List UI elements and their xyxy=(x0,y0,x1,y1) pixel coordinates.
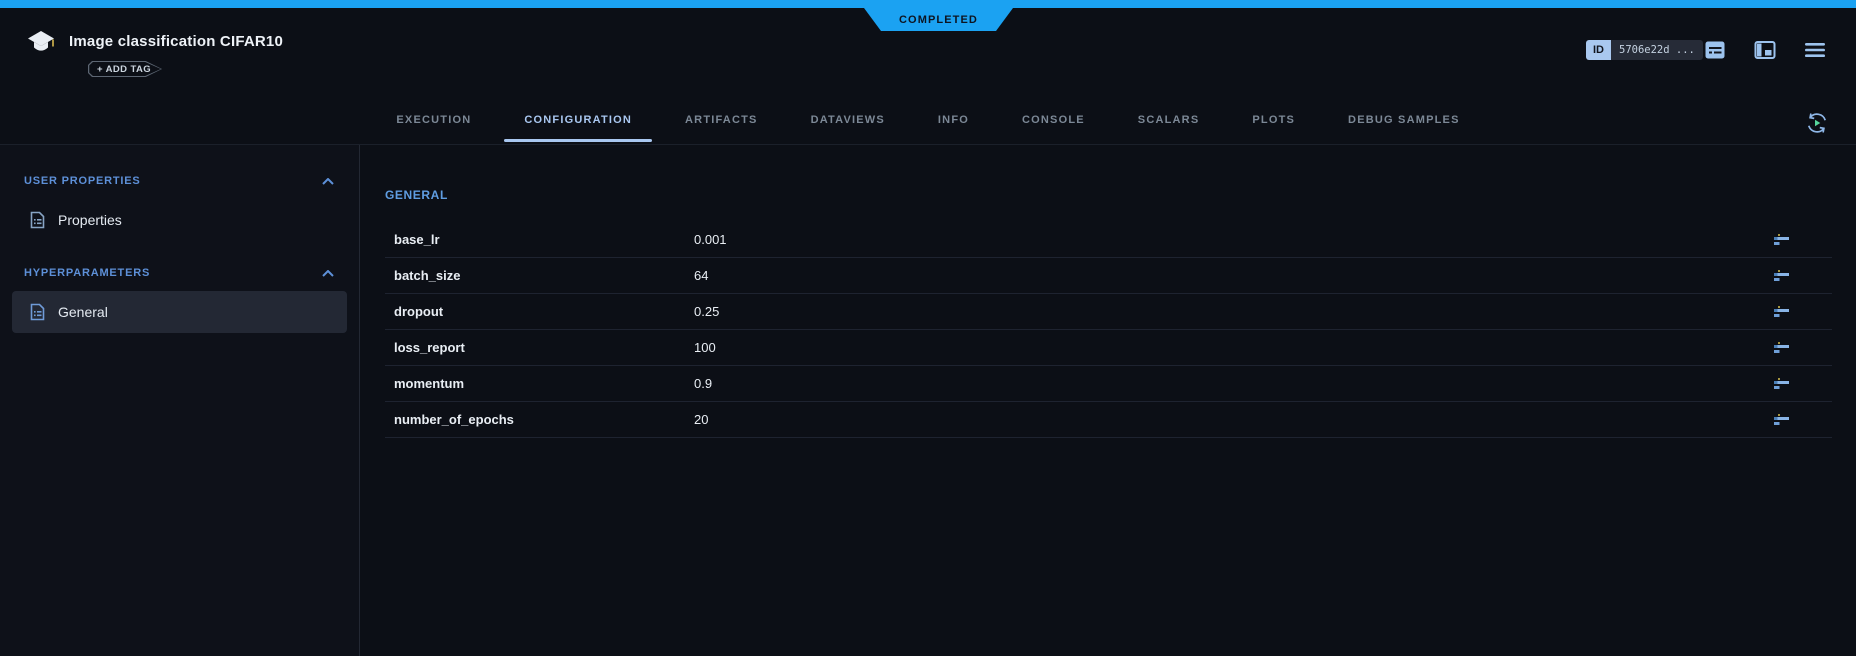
tab-artifacts[interactable]: ARTIFACTS xyxy=(665,102,778,144)
id-badge-label: ID xyxy=(1586,40,1611,60)
split-view-button[interactable] xyxy=(1753,38,1777,62)
status-banner: COMPLETED xyxy=(864,8,1013,31)
details-icon xyxy=(1704,39,1726,61)
section-title: GENERAL xyxy=(385,188,1832,202)
param-name: momentum xyxy=(394,376,694,391)
table-row: batch_size 64 xyxy=(385,258,1832,294)
table-row: base_lr 0.001 xyxy=(385,222,1832,258)
menu-button[interactable] xyxy=(1803,38,1827,62)
hyperparameters-header[interactable]: HYPERPARAMETERS xyxy=(0,265,359,281)
experiment-detail-screen: COMPLETED Image classification CIFAR10 +… xyxy=(0,0,1856,656)
sidebar-section-hyperparameters: HYPERPARAMETERS General xyxy=(0,265,359,333)
sidebar-item-properties[interactable]: Properties xyxy=(12,199,347,241)
param-name: batch_size xyxy=(394,268,694,283)
status-color-strip xyxy=(0,0,1856,8)
bars-icon xyxy=(1774,413,1792,426)
auto-refresh-icon xyxy=(1805,111,1829,135)
param-chart-button[interactable] xyxy=(1773,304,1793,320)
param-value: 20 xyxy=(694,412,708,427)
param-value: 100 xyxy=(694,340,716,355)
configuration-sidebar: USER PROPERTIES Properties HYPERP xyxy=(0,145,360,656)
bars-icon xyxy=(1774,233,1792,246)
bars-icon xyxy=(1774,305,1792,318)
split-view-icon xyxy=(1754,39,1776,61)
param-chart-button[interactable] xyxy=(1773,268,1793,284)
param-chart-button[interactable] xyxy=(1773,340,1793,356)
tab-plots[interactable]: PLOTS xyxy=(1232,102,1315,144)
page-title: Image classification CIFAR10 xyxy=(69,33,283,50)
id-badge-value: 5706e22d ... xyxy=(1611,40,1703,60)
chevron-up-icon[interactable] xyxy=(322,270,334,277)
parameter-table: base_lr 0.001 batch_size 64 xyxy=(385,222,1832,438)
tab-scalars[interactable]: SCALARS xyxy=(1118,102,1220,144)
table-row: number_of_epochs 20 xyxy=(385,402,1832,438)
param-chart-button[interactable] xyxy=(1773,232,1793,248)
sidebar-section-user-properties: USER PROPERTIES Properties xyxy=(0,173,359,241)
auto-refresh-button[interactable] xyxy=(1804,110,1830,136)
tab-debug-samples[interactable]: DEBUG SAMPLES xyxy=(1328,102,1480,144)
document-icon xyxy=(30,211,45,229)
tab-dataviews[interactable]: DATAVIEWS xyxy=(791,102,905,144)
sidebar-item-label: Properties xyxy=(58,212,122,228)
hamburger-menu-icon xyxy=(1804,41,1826,59)
details-panel-button[interactable] xyxy=(1703,38,1727,62)
hyperparameters-title: HYPERPARAMETERS xyxy=(24,267,150,279)
tab-info[interactable]: INFO xyxy=(918,102,989,144)
param-value: 0.25 xyxy=(694,304,719,319)
param-chart-button[interactable] xyxy=(1773,376,1793,392)
param-name: base_lr xyxy=(394,232,694,247)
sidebar-item-general[interactable]: General xyxy=(12,291,347,333)
detail-tabbar: EXECUTION CONFIGURATION ARTIFACTS DATAVI… xyxy=(0,102,1856,145)
experiment-id-badge[interactable]: ID 5706e22d ... xyxy=(1586,40,1703,60)
content-area: USER PROPERTIES Properties HYPERP xyxy=(0,145,1856,656)
param-value: 64 xyxy=(694,268,708,283)
status-banner-label: COMPLETED xyxy=(899,14,978,26)
add-tag-label: + ADD TAG xyxy=(88,61,162,77)
param-value: 0.001 xyxy=(694,232,727,247)
bars-icon xyxy=(1774,341,1792,354)
param-value: 0.9 xyxy=(694,376,712,391)
parameters-panel: GENERAL base_lr 0.001 bat xyxy=(360,145,1856,656)
param-name: dropout xyxy=(394,304,694,319)
param-name: loss_report xyxy=(394,340,694,355)
tab-execution[interactable]: EXECUTION xyxy=(376,102,491,144)
bars-icon xyxy=(1774,269,1792,282)
bars-icon xyxy=(1774,377,1792,390)
document-icon xyxy=(30,303,45,321)
param-chart-button[interactable] xyxy=(1773,412,1793,428)
table-row: dropout 0.25 xyxy=(385,294,1832,330)
chevron-up-icon[interactable] xyxy=(322,178,334,185)
user-properties-title: USER PROPERTIES xyxy=(24,175,141,187)
table-row: momentum 0.9 xyxy=(385,366,1832,402)
tab-console[interactable]: CONSOLE xyxy=(1002,102,1105,144)
add-tag-button[interactable]: + ADD TAG xyxy=(88,61,162,77)
param-name: number_of_epochs xyxy=(394,412,694,427)
sidebar-item-label: General xyxy=(58,304,108,320)
experiment-cap-icon xyxy=(26,29,56,57)
table-row: loss_report 100 xyxy=(385,330,1832,366)
tab-configuration[interactable]: CONFIGURATION xyxy=(504,102,652,144)
user-properties-header[interactable]: USER PROPERTIES xyxy=(0,173,359,189)
